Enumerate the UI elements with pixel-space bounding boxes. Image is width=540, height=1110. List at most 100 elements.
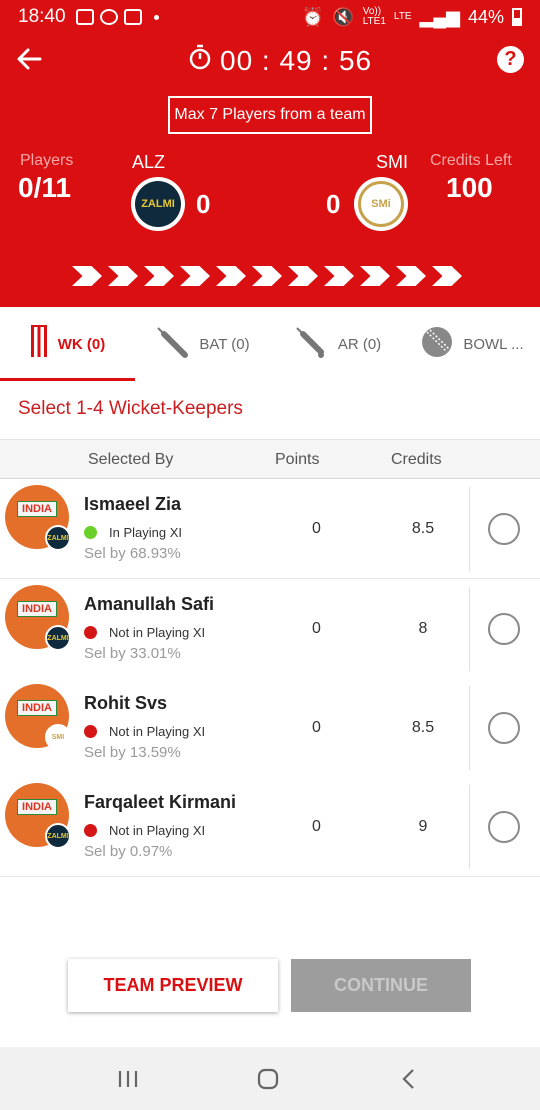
timer-value: 00 : 49 : 56: [220, 44, 373, 76]
progress-step: [288, 266, 318, 286]
team-right-code: SMI: [376, 152, 409, 172]
team-badge: ZALMI: [45, 525, 71, 551]
tab-bat[interactable]: BAT (0): [135, 307, 270, 381]
team-badge: ZALMI: [45, 823, 71, 849]
progress-step: [72, 266, 102, 286]
divider: [469, 686, 470, 770]
player-credits: 9: [418, 818, 428, 835]
select-player-radio[interactable]: [488, 613, 520, 645]
progress-step: [144, 266, 174, 286]
status-dot-icon: [84, 725, 97, 738]
select-player-radio[interactable]: [488, 513, 520, 545]
team-left-code: ALZ: [132, 152, 166, 172]
player-points: 0: [312, 520, 321, 537]
progress-step: [324, 266, 354, 286]
status-time: 18:40: [18, 6, 66, 27]
player-status: Not in Playing XI: [84, 823, 205, 838]
help-icon[interactable]: ?: [497, 46, 524, 73]
progress-step: [252, 266, 282, 286]
col-points[interactable]: Points: [275, 451, 319, 469]
select-player-radio[interactable]: [488, 712, 520, 744]
bat-icon: [155, 325, 189, 363]
gallery-icon: [75, 9, 94, 25]
header: 18:40 ⏰ 🔇 Vo)) LTE1 LTE ▂▄▆ 44% 00 : 49 …: [0, 0, 540, 307]
select-player-radio[interactable]: [488, 811, 520, 843]
recent-apps-icon[interactable]: [116, 1067, 140, 1091]
column-header: Selected By Points Credits: [0, 439, 540, 479]
wicket-icon: [30, 325, 48, 363]
player-status: Not in Playing XI: [84, 625, 205, 640]
player-row[interactable]: INDIA ZALMI Amanullah Safi Not in Playin…: [0, 579, 540, 679]
player-name: Amanullah Safi: [84, 594, 215, 614]
divider: [469, 587, 470, 671]
player-selection-progress: [72, 266, 462, 286]
progress-step: [216, 266, 246, 286]
role-tabs: WK (0) BAT (0) AR (0) BOWL ...: [0, 307, 540, 381]
player-points: 0: [312, 620, 321, 637]
credits-left-label: Credits Left: [430, 152, 512, 169]
credits-left-value: 100: [446, 172, 493, 203]
player-status: In Playing XI: [84, 525, 182, 540]
progress-step: [180, 266, 210, 286]
col-credits[interactable]: Credits: [391, 451, 442, 469]
team-left-logo: ZALMI: [131, 177, 185, 231]
selected-by: Sel by 13.59%: [84, 744, 181, 761]
player-status: Not in Playing XI: [84, 724, 205, 739]
progress-step: [432, 266, 462, 286]
players-count: 0/11: [18, 172, 71, 203]
all-rounder-icon: [294, 325, 328, 363]
voicemail-icon: [123, 9, 142, 25]
selected-by: Sel by 0.97%: [84, 843, 173, 860]
player-credits: 8: [418, 620, 428, 637]
player-credits: 8.5: [411, 719, 435, 736]
home-icon[interactable]: [256, 1067, 280, 1091]
player-avatar: INDIA SMI: [5, 684, 71, 750]
divider: [469, 785, 470, 869]
max-players-note: Max 7 Players from a team: [168, 96, 372, 134]
back-nav-icon[interactable]: [398, 1067, 422, 1091]
ball-icon: [421, 326, 453, 362]
team-right-count: 0: [326, 189, 341, 219]
back-arrow-icon[interactable]: [14, 44, 44, 74]
selection-instruction: Select 1-4 Wicket-Keepers: [18, 398, 243, 419]
team-left-count: 0: [196, 189, 211, 219]
player-avatar: INDIA ZALMI: [5, 783, 71, 849]
selected-by: Sel by 68.93%: [84, 545, 181, 562]
team-badge: SMI: [45, 724, 71, 750]
progress-step: [360, 266, 390, 286]
player-name: Farqaleet Kirmani: [84, 792, 237, 812]
player-row[interactable]: INDIA ZALMI Farqaleet Kirmani Not in Pla…: [0, 777, 540, 877]
player-row[interactable]: INDIA ZALMI Ismaeel Zia In Playing XI Se…: [0, 479, 540, 579]
progress-step: [396, 266, 426, 286]
team-right-logo: SMi: [354, 177, 408, 231]
status-bar: 18:40 ⏰ 🔇 Vo)) LTE1 LTE ▂▄▆ 44%: [0, 0, 540, 34]
player-points: 0: [312, 719, 321, 736]
team-badge: ZALMI: [45, 625, 71, 651]
player-name: Ismaeel Zia: [84, 494, 182, 514]
notification-dot-icon: [153, 14, 159, 20]
countdown-timer: 00 : 49 : 56: [188, 44, 372, 77]
tab-ar[interactable]: AR (0): [270, 307, 405, 381]
volte-indicator: Vo)) LTE1: [362, 6, 386, 27]
team-preview-button[interactable]: TEAM PREVIEW: [68, 959, 278, 1012]
player-avatar: INDIA ZALMI: [5, 485, 71, 551]
lte-indicator: LTE: [393, 11, 412, 22]
continue-button[interactable]: CONTINUE: [291, 959, 471, 1012]
status-dot-icon: [84, 824, 97, 837]
android-nav-bar: [0, 1047, 540, 1110]
tab-wk[interactable]: WK (0): [0, 307, 135, 381]
tab-bowl[interactable]: BOWL ...: [405, 307, 540, 381]
status-dot-icon: [84, 526, 97, 539]
selected-by: Sel by 33.01%: [84, 645, 181, 662]
player-name: Rohit Svs: [84, 693, 168, 713]
mute-icon: 🔇: [332, 6, 355, 27]
col-selected-by[interactable]: Selected By: [88, 451, 173, 469]
player-credits: 8.5: [411, 520, 435, 537]
player-row[interactable]: INDIA SMI Rohit Svs Not in Playing XI Se…: [0, 678, 540, 778]
signal-icon: ▂▄▆: [419, 6, 460, 27]
stopwatch-icon: [188, 44, 212, 77]
alarm-icon: ⏰: [301, 6, 325, 27]
battery-icon: [512, 8, 522, 26]
players-label: Players: [20, 152, 74, 169]
status-dot-icon: [84, 626, 97, 639]
